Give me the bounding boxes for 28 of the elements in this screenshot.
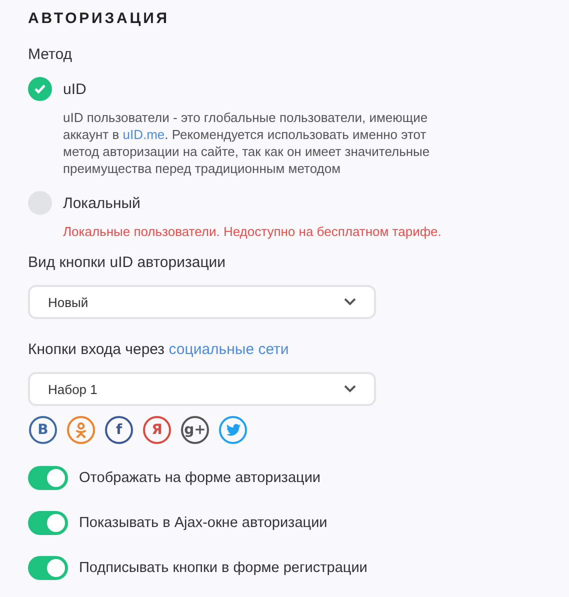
- field-label: Кнопки входа через социальные сети: [28, 341, 290, 358]
- warning-text: Локальные пользователи. Недоступно на бесплатном тарифе.: [63, 223, 442, 240]
- person-icon: [75, 422, 87, 438]
- toggle-label: Показывать в Ajax-окне авторизации: [79, 515, 328, 531]
- toggle-label: Отображать на форме авторизации: [79, 470, 321, 486]
- social-login-button[interactable]: f: [105, 416, 133, 444]
- radio-label: uID: [63, 80, 86, 98]
- check-icon: [34, 84, 46, 94]
- chevron-down-icon: [344, 298, 356, 306]
- toggle-label: Подписывать кнопки в форме регистрации: [79, 560, 368, 576]
- chevron-down-icon: [344, 385, 356, 393]
- social-login-button[interactable]: [219, 416, 247, 444]
- toggle-switch[interactable]: [28, 556, 68, 580]
- radio-label: Локальный: [63, 194, 140, 212]
- radio-button[interactable]: [28, 77, 52, 101]
- field-label: Вид кнопки uID авторизации: [28, 254, 227, 271]
- field-label: Метод: [28, 46, 73, 63]
- bird-icon: [226, 424, 240, 436]
- dropdown[interactable]: Новый: [28, 285, 376, 319]
- toggle-switch[interactable]: [28, 511, 68, 535]
- section-title: АВТОРИЗАЦИЯ: [28, 10, 170, 27]
- social-login-button[interactable]: g+: [181, 416, 209, 444]
- description-text: uID пользователи - это глобальные пользователи, имеющие аккаунт в uID.me. Рекомендуется использовать именно этот метод авторизации на сайте, так как он имеет значительные преимущества перед традиционным методом: [63, 109, 431, 177]
- dropdown[interactable]: Набор 1: [28, 372, 376, 406]
- toggle-switch[interactable]: [28, 466, 68, 490]
- social-login-button[interactable]: [67, 416, 95, 444]
- social-login-button[interactable]: Я: [143, 416, 171, 444]
- social-login-button[interactable]: В: [29, 416, 57, 444]
